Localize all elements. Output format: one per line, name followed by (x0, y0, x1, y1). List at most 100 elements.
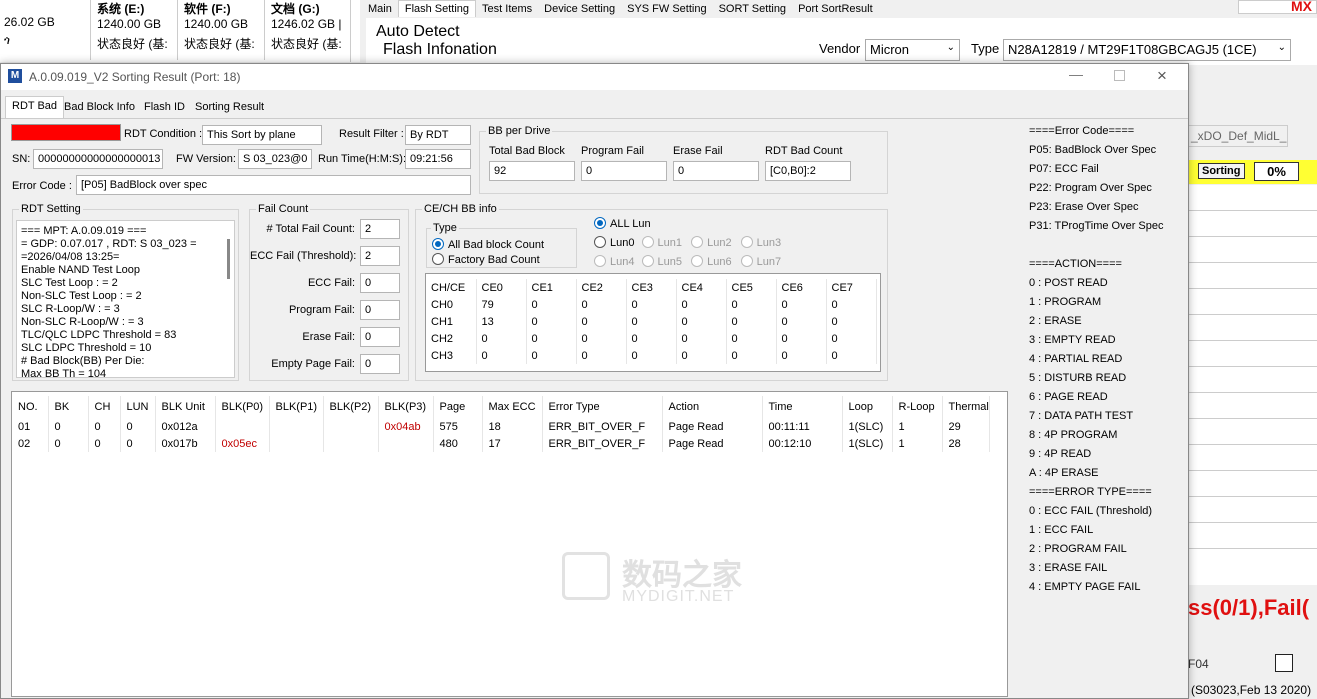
rdt-line: SLC R-Loop/W : = 3 (21, 303, 120, 315)
ecc-fail-label: ECC Fail: (307, 277, 355, 289)
tab-bad-block-info[interactable]: Bad Block Info (58, 98, 141, 116)
result-filter-field[interactable]: By RDT (405, 125, 471, 145)
radio-all-bad-block[interactable]: All Bad block Count (432, 238, 544, 251)
table-row[interactable]: 02 0 0 0 0x017b 0x05ec 480 17 ERR_BIT_OV… (12, 435, 990, 452)
bg-tab-sort-setting[interactable]: SORT Setting (713, 1, 792, 17)
radio-lun4[interactable]: Lun4 (594, 255, 635, 268)
error-code-field[interactable]: [P05] BadBlock over spec (76, 175, 471, 195)
type-group: Type All Bad block Count Factory Bad Cou… (426, 222, 577, 268)
radio-label: Lun4 (610, 256, 635, 268)
runtime-field[interactable]: 09:21:56 (405, 149, 471, 169)
cech-cell: 0 (676, 347, 727, 364)
bg-tab-sys-fw-setting[interactable]: SYS FW Setting (621, 1, 712, 17)
results-header: LUN (120, 396, 156, 418)
status-indicator (11, 124, 121, 141)
results-cell: 1(SLC) (842, 435, 893, 452)
results-cell: 0x017b (155, 435, 216, 452)
cech-cell: 0 (476, 347, 527, 364)
cech-header-row: CH/CE CE0 CE1 CE2 CE3 CE4 CE5 CE6 CE7 (426, 279, 877, 296)
type-select[interactable]: N28A12819 / MT29F1T08GBCAGJ5 (1CE) ⌄ (1003, 39, 1291, 61)
results-table-container[interactable]: NO. BK CH LUN BLK Unit BLK(P0) BLK(P1) B… (11, 391, 1008, 697)
checkbox[interactable] (1275, 654, 1293, 672)
program-fail-count-field[interactable]: 0 (360, 300, 400, 320)
radio-lun6[interactable]: Lun6 (691, 255, 732, 268)
results-cell (378, 435, 434, 452)
cech-cell: 0 (826, 347, 877, 364)
cech-cell: 13 (476, 313, 527, 330)
results-cell (323, 418, 379, 435)
results-header: BLK(P1) (269, 396, 324, 418)
radio-lun3[interactable]: Lun3 (740, 236, 781, 249)
bg-tab-test-items[interactable]: Test Items (476, 1, 538, 17)
drive-name-f[interactable]: 软件 (F:) (184, 0, 231, 17)
rdt-bad-count-field[interactable]: [C0,B0]:2 (765, 161, 851, 181)
sn-label: SN: (12, 153, 31, 165)
maximize-icon[interactable] (1114, 70, 1125, 81)
drive-name-e[interactable]: 系统 (E:) (97, 0, 144, 17)
vendor-select[interactable]: Micron ⌄ (865, 39, 960, 61)
bb-per-drive-title: BB per Drive (486, 125, 553, 137)
rdt-line: Non-SLC Test Loop : = 2 (21, 290, 142, 302)
radio-selected-icon (594, 217, 606, 229)
bg-tab-main[interactable]: Main (362, 1, 398, 17)
type-value: N28A12819 / MT29F1T08GBCAGJ5 (1CE) (1008, 42, 1257, 57)
results-cell: 0 (120, 435, 156, 452)
bg-tab-flash-setting[interactable]: Flash Setting (397, 0, 477, 17)
rdt-setting-textbox[interactable]: === MPT: A.0.09.019 === = GDP: 0.07.017 … (16, 220, 235, 378)
tab-rdt-bad[interactable]: RDT Bad (5, 96, 65, 118)
total-fail-count-field[interactable]: 2 (360, 219, 400, 239)
bg-tab-port-sortresult[interactable]: Port SortResult (792, 1, 879, 17)
rdt-line: Non-SLC R-Loop/W : = 3 (21, 316, 144, 328)
cech-cell: CH0 (426, 296, 477, 313)
rdt-condition-field[interactable]: This Sort by plane (202, 125, 322, 145)
ecc-fail-field[interactable]: 0 (360, 273, 400, 293)
chevron-down-icon: ⌄ (946, 42, 955, 53)
results-header: BLK Unit (155, 396, 216, 418)
erase-fail-field[interactable]: 0 (673, 161, 759, 181)
radio-lun1[interactable]: Lun1 (641, 236, 682, 249)
total-bad-block-field[interactable]: 92 (489, 161, 575, 181)
radio-lun7[interactable]: Lun7 (740, 255, 781, 268)
result-filter-label: Result Filter : (339, 128, 404, 140)
radio-label: Lun0 (610, 237, 635, 249)
cech-cell: 0 (626, 313, 677, 330)
radio-lun5[interactable]: Lun5 (641, 255, 682, 268)
tab-flash-id[interactable]: Flash ID (138, 98, 191, 116)
results-cell: 28 (942, 435, 990, 452)
radio-lun0[interactable]: Lun0 (594, 236, 635, 249)
close-icon[interactable]: × (1157, 66, 1167, 86)
program-fail-field[interactable]: 0 (581, 161, 667, 181)
fw-version-field[interactable]: S 03_023@0 (238, 149, 312, 169)
cech-header: CE3 (626, 279, 677, 296)
sn-field[interactable]: 00000000000000000013 (33, 149, 163, 169)
empty-page-fail-field[interactable]: 0 (360, 354, 400, 374)
cech-header: CE2 (576, 279, 627, 296)
radio-factory-bad[interactable]: Factory Bad Count (432, 253, 540, 266)
scrollbar-thumb[interactable] (227, 239, 230, 279)
results-cell: 1 (892, 418, 943, 435)
rdt-line: === MPT: A.0.09.019 === (21, 225, 147, 237)
results-cell: 1 (892, 435, 943, 452)
minimize-icon[interactable]: — (1069, 66, 1083, 82)
table-row[interactable]: 01 0 0 0 0x012a 0x04ab 575 18 ERR_BIT_OV… (12, 418, 990, 435)
radio-lun2[interactable]: Lun2 (691, 236, 732, 249)
rdt-line: # Bad Block(BB) Per Die: (21, 355, 145, 367)
results-cell: 29 (942, 418, 990, 435)
app-icon: M (8, 69, 22, 83)
results-cell: 0 (120, 418, 156, 435)
cech-cell: 0 (576, 347, 627, 364)
drive-name-g[interactable]: 文档 (G:) (271, 0, 320, 17)
f04-label: F04 (1188, 657, 1209, 671)
ecc-fail-threshold-field[interactable]: 2 (360, 246, 400, 266)
tab-content: RDT Condition : This Sort by plane Resul… (1, 118, 1188, 698)
tab-sorting-result[interactable]: Sorting Result (189, 98, 270, 116)
erase-fail-label: Erase Fail (673, 145, 723, 157)
bg-tab-device-setting[interactable]: Device Setting (538, 1, 621, 17)
cech-header: CE5 (726, 279, 777, 296)
cech-cell: 0 (726, 347, 777, 364)
erase-fail-count-field[interactable]: 0 (360, 327, 400, 347)
cech-table-container: CH/CE CE0 CE1 CE2 CE3 CE4 CE5 CE6 CE7 CH… (425, 273, 881, 372)
legend-line: P23: Erase Over Spec (1029, 201, 1139, 213)
radio-all-lun[interactable]: ALL Lun (594, 217, 651, 230)
cech-header: CE6 (776, 279, 827, 296)
